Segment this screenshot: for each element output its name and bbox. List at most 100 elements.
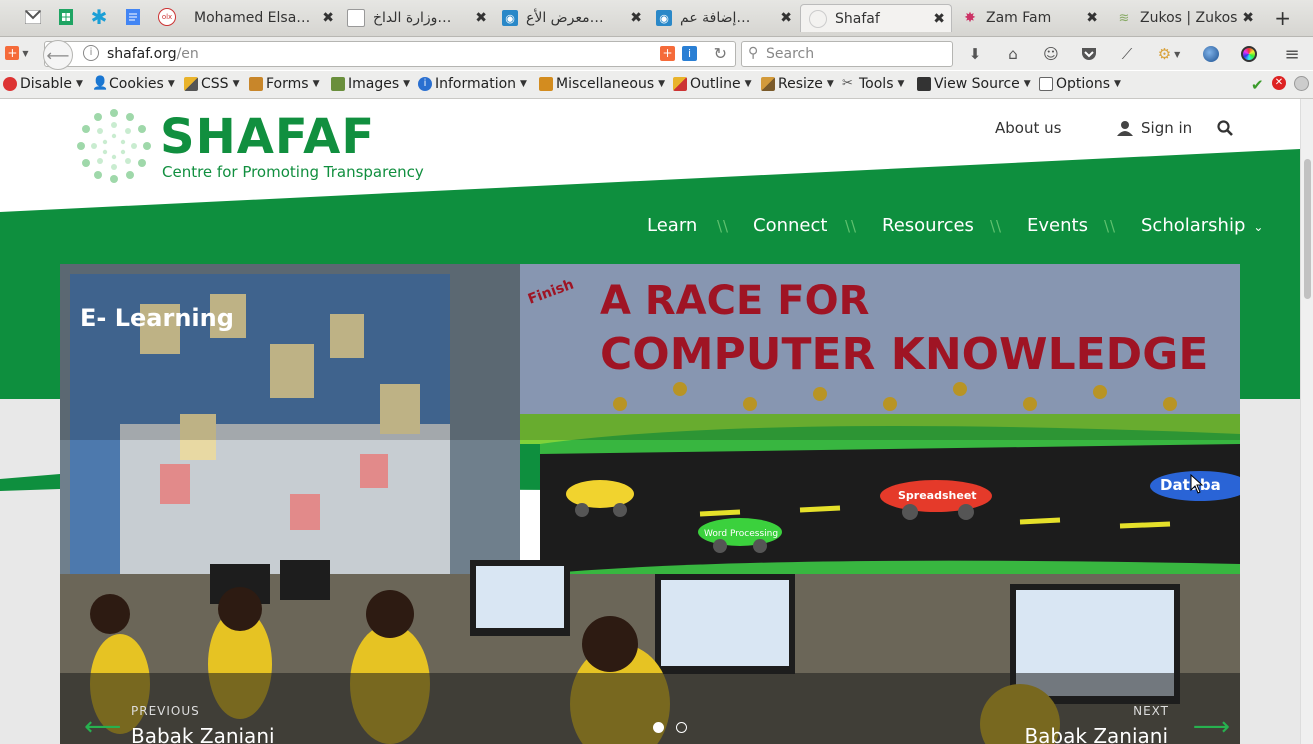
close-icon[interactable]: ✖ [1086, 10, 1098, 26]
svg-text:Word Processing: Word Processing [704, 529, 778, 539]
close-icon[interactable]: ✖ [780, 10, 792, 26]
sheets-pinned-tab[interactable] [57, 8, 75, 26]
cursor-icon [1190, 474, 1204, 494]
slide-title[interactable]: E- Learning [80, 304, 234, 332]
sign-in-link[interactable]: Sign in [1117, 119, 1192, 137]
check-icon[interactable]: ✔ [1251, 76, 1264, 94]
about-us-link[interactable]: About us [995, 119, 1061, 137]
web-page: SHAFAF Centre for Promoting Transparency… [0, 99, 1300, 744]
tab-shafaf[interactable]: Shafaf ✖ [800, 4, 952, 32]
next-label: NEXT [1133, 704, 1169, 718]
tab-zamfam[interactable]: ✸ Zam Fam ✖ [962, 4, 1098, 32]
close-icon[interactable]: ✖ [933, 11, 945, 27]
box-icon [539, 77, 553, 91]
status-circle-icon[interactable] [1294, 76, 1309, 91]
user-icon [1117, 121, 1133, 136]
info-icon: i [418, 77, 432, 91]
nav-scholarship[interactable]: Scholarship ⌄ [1141, 215, 1263, 236]
close-icon[interactable]: ✖ [322, 10, 334, 26]
asterisk-pinned-tab[interactable]: ✱ [90, 5, 108, 29]
home-icon[interactable]: ⌂ [1004, 45, 1022, 63]
gear-addon-icon[interactable]: ⚙ ▼ [1154, 45, 1184, 63]
clipboard-icon [249, 77, 263, 91]
tab-title: Mohamed Elsa… [194, 10, 311, 26]
tab-title: …معرض الأع [526, 10, 604, 26]
addon-menu-icon[interactable]: + ▼ [3, 44, 31, 62]
olx-icon: olx [158, 8, 176, 26]
blank-page-icon [809, 9, 827, 28]
scrollbar-thumb[interactable] [1304, 159, 1311, 299]
tab-mohamed[interactable]: Mohamed Elsa… ✖ [194, 4, 334, 32]
gmail-icon [25, 10, 41, 24]
gmail-pinned-tab[interactable] [24, 8, 42, 26]
info-icon[interactable]: i [83, 45, 99, 61]
back-icon[interactable]: ⟵ [43, 40, 73, 70]
tab-add[interactable]: ◉ …إضافة عم ✖ [656, 4, 792, 32]
tab-zukos[interactable]: ≋ Zukos | Zukos ✖ [1116, 4, 1254, 32]
toolbar-resize[interactable]: Resize ▼ [761, 76, 834, 92]
toolbar-disable[interactable]: Disable ▼ [3, 76, 83, 92]
tab-exhibition[interactable]: ◉ …معرض الأع ✖ [502, 4, 642, 32]
document-icon [347, 9, 365, 27]
nav-learn[interactable]: Learn [647, 215, 697, 236]
pinwheel-icon: ✸ [964, 10, 976, 26]
zukos-icon: ≋ [1118, 10, 1130, 26]
search-field[interactable]: ⚲ Search [741, 41, 953, 67]
close-icon[interactable]: ✖ [475, 10, 487, 26]
nav-events[interactable]: Events [1027, 215, 1088, 236]
arrow-left-icon[interactable]: ⟵ [84, 712, 121, 742]
toolbar-outline[interactable]: Outline ▼ [673, 76, 752, 92]
circle-app-icon: ◉ [656, 10, 672, 26]
options-icon [1039, 77, 1053, 91]
olx-pinned-tab[interactable]: olx [158, 8, 176, 26]
url-text: shafaf.org/en [107, 46, 199, 62]
chevron-down-icon: ⌄ [1253, 220, 1264, 234]
globe-icon[interactable] [1202, 45, 1220, 63]
slide-dot-2[interactable] [676, 722, 687, 733]
menu-icon[interactable]: ≡ [1283, 44, 1301, 65]
pencil-icon [184, 77, 198, 91]
logo-subtitle: Centre for Promoting Transparency [162, 163, 424, 181]
hero-slider[interactable]: A RACE FOR COMPUTER KNOWLEDGE Finish Wor… [60, 264, 1240, 744]
previous-title[interactable]: Babak Zaniani [131, 724, 275, 744]
toolbar-tools[interactable]: ✂ Tools ▼ [842, 76, 904, 92]
download-icon[interactable]: ⬇ [966, 45, 984, 63]
reload-icon[interactable]: ↻ [714, 44, 727, 63]
url-bar[interactable]: ⟵ i shafaf.org/en + i ↻ [43, 40, 736, 70]
pocket-icon[interactable] [1080, 45, 1098, 63]
tab-ministry[interactable]: …وزارة الداخ ✖ [347, 4, 487, 32]
disable-icon [3, 77, 17, 91]
slide-dot-1[interactable] [653, 722, 664, 733]
toolbar-cookies[interactable]: 👤 Cookies ▼ [92, 76, 175, 92]
smiley-icon[interactable]: ☺ [1042, 45, 1060, 63]
wand-icon[interactable]: ⟋ [1118, 45, 1136, 63]
toolbar-images[interactable]: Images ▼ [331, 76, 410, 92]
toolbar-options[interactable]: Options ▼ [1039, 76, 1121, 92]
toolbar-css[interactable]: CSS ▼ [184, 76, 239, 92]
color-wheel-icon[interactable] [1240, 45, 1258, 63]
docs-pinned-tab[interactable] [124, 8, 142, 26]
monitor-icon [917, 77, 931, 91]
nav-resources[interactable]: Resources [882, 215, 974, 236]
new-tab-button[interactable]: + [1274, 6, 1291, 30]
toolbar-information[interactable]: i Information ▼ [418, 76, 527, 92]
tab-title: Zukos | Zukos [1140, 10, 1238, 26]
nav-connect[interactable]: Connect [753, 215, 827, 236]
toolbar-forms[interactable]: Forms ▼ [249, 76, 319, 92]
slide-photo: A RACE FOR COMPUTER KNOWLEDGE Finish Wor… [60, 264, 1240, 744]
svg-text:Spreadsheet: Spreadsheet [898, 489, 977, 502]
plus-addon-icon[interactable]: + [660, 46, 675, 61]
arrow-right-icon[interactable]: ⟶ [1193, 712, 1230, 742]
logo-title[interactable]: SHAFAF [160, 109, 375, 165]
search-icon[interactable] [1217, 120, 1233, 136]
toolbar-miscellaneous[interactable]: Miscellaneous ▼ [539, 76, 665, 92]
toolbar-view-source[interactable]: View Source ▼ [917, 76, 1031, 92]
next-title[interactable]: Babak Zaniani [1024, 724, 1168, 744]
info-addon-icon[interactable]: i [682, 46, 697, 61]
close-icon[interactable]: ✖ [630, 10, 642, 26]
tab-title: …إضافة عم [680, 10, 751, 26]
tab-title: Shafaf [835, 10, 880, 27]
error-icon[interactable]: ✕ [1272, 76, 1286, 90]
close-icon[interactable]: ✖ [1242, 10, 1254, 26]
page-scrollbar[interactable] [1300, 99, 1313, 744]
